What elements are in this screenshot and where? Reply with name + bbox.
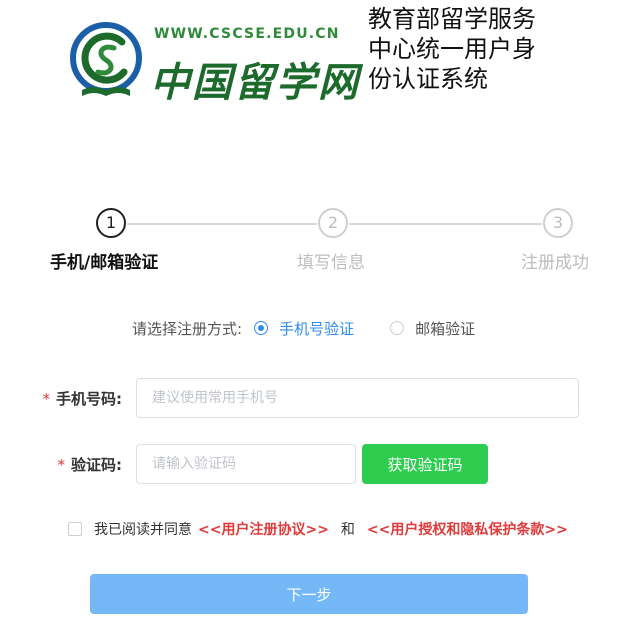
step-3-label: 注册成功 [521, 253, 589, 273]
registration-steps: 1 2 3 手机/邮箱验证 填写信息 注册成功 [0, 208, 640, 278]
method-label: 请选择注册方式: [132, 319, 243, 338]
step-1-label: 手机/邮箱验证 [50, 253, 159, 273]
code-label-text: 验证码: [71, 456, 122, 474]
phone-verify-label[interactable]: 手机号验证 [279, 318, 354, 339]
required-mark: * [57, 456, 66, 474]
privacy-policy-link[interactable]: <<用户授权和隐私保护条款>> [367, 519, 568, 539]
agreement-and-text: 和 [340, 522, 355, 538]
phone-label: * 手机号码: [40, 388, 123, 409]
cscse-emblem-icon [70, 22, 142, 96]
get-code-button[interactable]: 获取验证码 [362, 444, 488, 484]
code-label: * 验证码: [50, 454, 123, 475]
user-agreement-link[interactable]: <<用户注册协议>> [198, 519, 329, 539]
step-2-circle: 2 [318, 208, 348, 238]
step-2-label: 填写信息 [297, 253, 365, 273]
agreement-row: 我已阅读并同意 <<用户注册协议>> 和 <<用户授权和隐私保护条款>> [68, 519, 568, 539]
logo-url-text: WWW.CSCSE.EDU.CN [154, 26, 340, 42]
phone-verify-radio[interactable] [254, 321, 269, 335]
verification-code-input[interactable] [136, 444, 356, 484]
site-logo[interactable]: WWW.CSCSE.EDU.CN 中国留学网 [68, 18, 358, 108]
next-step-button[interactable]: 下一步 [90, 574, 528, 614]
email-verify-radio[interactable] [390, 321, 405, 335]
agreement-text: 我已阅读并同意 [94, 522, 192, 538]
phone-label-text: 手机号码: [56, 390, 122, 408]
system-title: 教育部留学服务中心统一用户身份认证系统 [368, 5, 536, 93]
email-verify-label[interactable]: 邮箱验证 [415, 318, 475, 339]
step-3-circle: 3 [543, 208, 573, 238]
registration-method: 请选择注册方式: 手机号验证 邮箱验证 [132, 316, 511, 340]
agreement-checkbox[interactable] [68, 522, 82, 536]
step-connector [349, 223, 542, 225]
logo-name-text: 中国留学网 [150, 59, 360, 106]
step-1-circle: 1 [96, 208, 126, 238]
step-connector [127, 223, 317, 225]
phone-input[interactable] [136, 378, 579, 418]
required-mark: * [42, 390, 51, 408]
